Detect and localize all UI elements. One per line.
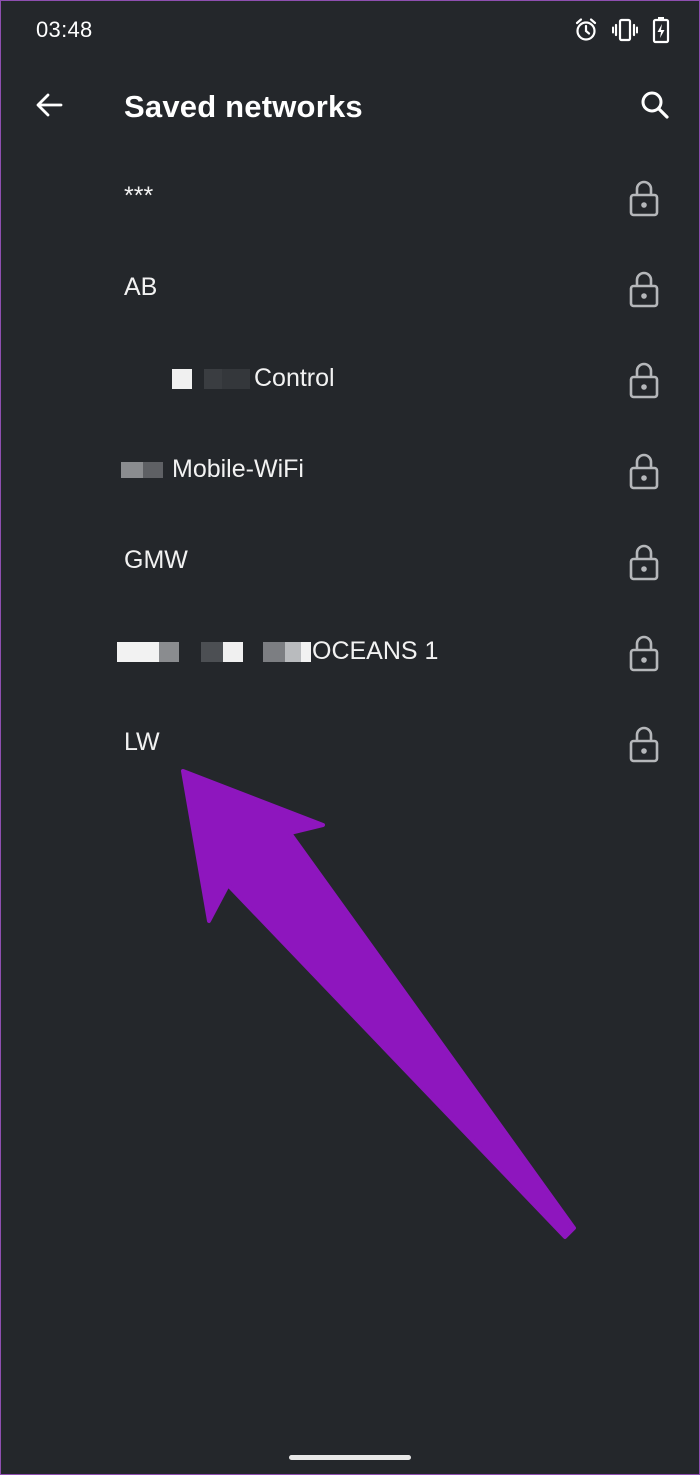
back-arrow-icon	[34, 90, 64, 125]
search-icon	[639, 89, 671, 126]
network-item[interactable]: Control	[0, 334, 700, 424]
lock-icon	[629, 635, 659, 672]
network-name: LW	[124, 728, 160, 757]
redacted-text	[121, 461, 143, 478]
network-name: ***	[124, 182, 153, 211]
network-item[interactable]: Mobile-WiFi	[0, 425, 700, 515]
page-title: Saved networks	[124, 89, 363, 124]
network-name: OCEANS 1	[117, 637, 438, 666]
network-item[interactable]: ***	[0, 152, 700, 242]
redacted-text	[143, 461, 163, 478]
network-name-text: OCEANS 1	[312, 637, 439, 665]
gesture-nav-handle[interactable]	[289, 1455, 411, 1460]
lock-icon	[629, 271, 659, 308]
status-time: 03:48	[36, 17, 93, 42]
lock-icon	[629, 726, 659, 763]
network-item[interactable]: AB	[0, 243, 700, 333]
lock-icon	[629, 453, 659, 490]
network-item[interactable]: OCEANS 1	[0, 607, 700, 697]
redacted-text	[301, 641, 311, 662]
redacted-text	[192, 369, 204, 389]
network-name-text: GMW	[124, 546, 188, 574]
lock-icon	[629, 362, 659, 399]
redacted-text	[223, 641, 243, 662]
back-button[interactable]	[26, 84, 72, 130]
redacted-text	[124, 369, 172, 389]
redacted-text	[243, 642, 263, 662]
app-bar: Saved networks	[0, 62, 700, 154]
network-name-text: Control	[254, 364, 335, 392]
network-name-text: LW	[124, 728, 160, 756]
network-item[interactable]: GMW	[0, 516, 700, 606]
battery-charging-icon	[652, 16, 670, 44]
alarm-icon	[574, 17, 598, 43]
redacted-text	[222, 368, 250, 389]
redacted-text	[159, 641, 179, 662]
network-name-text: Mobile-WiFi	[172, 455, 304, 483]
status-bar: 03:48	[0, 0, 700, 62]
redacted-text	[201, 641, 223, 662]
redacted-text	[285, 641, 301, 662]
network-name: GMW	[124, 546, 188, 575]
redacted-text	[204, 368, 222, 389]
redacted-text	[172, 368, 192, 389]
network-name: Control	[124, 364, 335, 393]
redacted-text	[263, 641, 285, 662]
redacted-text	[117, 641, 159, 662]
lock-icon	[629, 544, 659, 581]
network-name-text: ***	[124, 182, 154, 210]
network-name-text: AB	[124, 273, 158, 301]
vibrate-icon	[612, 17, 638, 43]
network-item[interactable]: LW	[0, 698, 700, 788]
network-name: AB	[124, 273, 157, 302]
network-name: Mobile-WiFi	[121, 455, 304, 484]
redacted-text	[179, 642, 201, 662]
lock-icon	[629, 180, 659, 217]
status-icons	[574, 16, 670, 44]
search-button[interactable]	[632, 84, 678, 130]
